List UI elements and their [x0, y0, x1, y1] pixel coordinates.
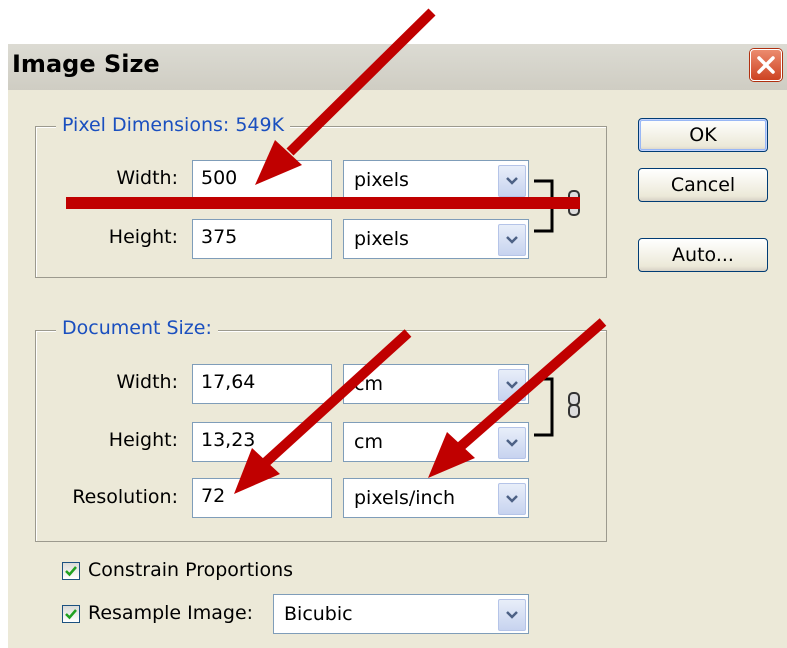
chevron-down-icon[interactable]: [498, 224, 526, 256]
close-icon: [757, 56, 775, 74]
pixel-height-field[interactable]: 375: [192, 219, 332, 259]
resample-method-select[interactable]: Bicubic: [273, 594, 529, 634]
resolution-unit: pixels/inch: [354, 487, 456, 509]
pixel-height-unit: pixels: [354, 228, 409, 250]
resolution-value: 72: [201, 485, 226, 507]
chevron-down-icon[interactable]: [498, 483, 526, 515]
resolution-field[interactable]: 72: [192, 478, 332, 518]
doc-width-value: 17,64: [201, 371, 256, 393]
pixel-width-value: 500: [201, 167, 238, 189]
chevron-down-icon[interactable]: [498, 165, 526, 197]
dialog-title: Image Size: [12, 50, 160, 78]
document-size-legend: Document Size:: [56, 317, 218, 339]
constrain-proportions-label[interactable]: Constrain Proportions: [88, 559, 293, 581]
chain-link-icon: [568, 190, 580, 216]
auto-button[interactable]: Auto...: [638, 238, 768, 272]
doc-width-field[interactable]: 17,64: [192, 364, 332, 404]
chevron-down-icon[interactable]: [498, 427, 526, 459]
pixel-link-bracket: [534, 179, 554, 233]
doc-width-unit: cm: [354, 373, 383, 395]
chain-link-icon: [568, 392, 580, 418]
title-bar[interactable]: Image Size: [8, 44, 787, 90]
resolution-label: Resolution:: [72, 486, 178, 508]
constrain-proportions-checkbox[interactable]: [62, 562, 80, 580]
chevron-down-icon[interactable]: [498, 369, 526, 401]
cancel-button[interactable]: Cancel: [638, 168, 768, 202]
doc-height-unit: cm: [354, 431, 383, 453]
pixel-height-value: 375: [201, 226, 238, 248]
resample-image-checkbox[interactable]: [62, 605, 80, 623]
close-button[interactable]: [750, 49, 782, 81]
doc-height-field[interactable]: 13,23: [192, 422, 332, 462]
document-link-bracket: [534, 377, 554, 437]
pixel-height-unit-select[interactable]: pixels: [343, 219, 529, 259]
pixel-width-unit: pixels: [354, 169, 409, 191]
pixel-height-label: Height:: [108, 226, 178, 248]
pixel-width-unit-select[interactable]: pixels: [343, 160, 529, 200]
doc-height-unit-select[interactable]: cm: [343, 422, 529, 462]
checkmark-icon: [65, 609, 77, 620]
doc-width-label: Width:: [116, 371, 178, 393]
pixel-width-field[interactable]: 500: [192, 160, 332, 200]
resample-image-label[interactable]: Resample Image:: [88, 602, 253, 624]
chevron-down-icon[interactable]: [498, 599, 526, 631]
doc-height-label: Height:: [108, 429, 178, 451]
checkmark-icon: [65, 566, 77, 577]
resample-method-value: Bicubic: [284, 603, 353, 625]
doc-height-value: 13,23: [201, 429, 256, 451]
resolution-unit-select[interactable]: pixels/inch: [343, 478, 529, 518]
pixel-width-label: Width:: [116, 167, 178, 189]
doc-width-unit-select[interactable]: cm: [343, 364, 529, 404]
pixel-dimensions-legend: Pixel Dimensions: 549K: [56, 114, 291, 136]
image-size-dialog: Image Size Pixel Dimensions: 549K Width:…: [8, 44, 787, 648]
ok-button[interactable]: OK: [638, 118, 768, 152]
